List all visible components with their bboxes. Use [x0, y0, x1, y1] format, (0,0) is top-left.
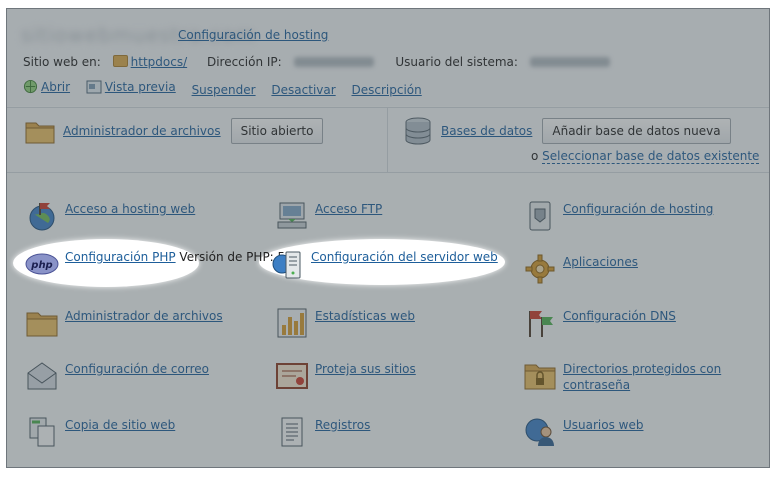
site-header: sitiowebmuestra.com Configuración de hos… — [7, 9, 769, 106]
databases-link[interactable]: Bases de datos — [441, 124, 532, 138]
gear-icon — [523, 252, 557, 286]
tool-protected-directories[interactable]: Directorios protegidos con contraseña — [523, 359, 733, 393]
tool-php-settings[interactable]: php Configuración PHP Versión de PHP: 5.… — [25, 247, 297, 281]
description-action[interactable]: Descripción — [352, 83, 422, 97]
hosting-settings-link[interactable]: Configuración de hosting — [178, 28, 328, 42]
tool-label[interactable]: Configuración de correo — [65, 362, 209, 376]
website-label: Sitio web en: — [23, 54, 101, 69]
disable-action[interactable]: Desactivar — [271, 83, 335, 97]
tool-label[interactable]: Estadísticas web — [315, 309, 415, 323]
php-icon: php — [25, 247, 59, 281]
select-database-link[interactable]: Seleccionar base de datos existente — [542, 149, 760, 164]
hosting-panel: sitiowebmuestra.com Configuración de hos… — [6, 8, 770, 468]
tool-label[interactable]: Copia de sitio web — [65, 418, 175, 432]
tool-protect-sites[interactable]: Proteja sus sitios — [275, 359, 416, 393]
quick-panels: Administrador de archivos Sitio abierto … — [7, 107, 769, 173]
tool-web-hosting-access[interactable]: Acceso a hosting web — [25, 199, 195, 233]
certificate-icon — [275, 359, 309, 393]
system-user-redacted — [529, 56, 610, 67]
tool-ftp-access[interactable]: Acceso FTP — [275, 199, 382, 233]
tool-site-copy[interactable]: Copia de sitio web — [25, 415, 175, 449]
tool-label[interactable]: Registros — [315, 418, 370, 432]
tool-label[interactable]: Aplicaciones — [563, 255, 638, 269]
website-folder-link[interactable]: httpdocs/ — [131, 55, 187, 69]
tool-web-stats[interactable]: Estadísticas web — [275, 306, 415, 340]
tool-label[interactable]: Configuración DNS — [563, 309, 676, 323]
tool-label[interactable]: Usuarios web — [563, 418, 643, 432]
ip-value-redacted — [293, 56, 374, 67]
mail-icon — [25, 359, 59, 393]
folder-icon — [112, 54, 128, 67]
disable-link[interactable]: Desactivar — [271, 83, 335, 97]
tool-mail-settings[interactable]: Configuración de correo — [25, 359, 209, 393]
globe-flag-icon — [25, 199, 59, 233]
logs-icon — [275, 415, 309, 449]
locked-folder-icon — [523, 359, 557, 393]
system-user-label: Usuario del sistema: — [395, 54, 518, 69]
database-icon — [405, 117, 431, 145]
tool-label[interactable]: Configuración del servidor web — [311, 250, 498, 264]
tool-hosting-settings[interactable]: Configuración de hosting — [523, 199, 713, 233]
or-label: o — [531, 149, 539, 163]
web-server-icon — [271, 247, 305, 281]
tool-label[interactable]: Proteja sus sitios — [315, 362, 416, 376]
dns-flags-icon — [523, 306, 557, 340]
web-users-icon — [523, 415, 557, 449]
tool-web-users[interactable]: Usuarios web — [523, 415, 643, 449]
select-database-row: o Seleccionar base de datos existente — [531, 149, 760, 164]
file-manager-panel: Administrador de archivos Sitio abierto — [25, 118, 324, 144]
open-action[interactable]: Abrir — [23, 79, 70, 94]
open-link[interactable]: Abrir — [41, 80, 70, 94]
tool-label[interactable]: Administrador de archivos — [65, 309, 223, 323]
ip-label: Dirección IP: — [206, 54, 282, 69]
site-info-row: Sitio web en: httpdocs/ Dirección IP: Us… — [23, 54, 618, 69]
suspend-link[interactable]: Suspender — [192, 83, 256, 97]
databases-panel: Bases de datos Añadir base de datos nuev… — [403, 116, 731, 146]
stats-icon — [275, 306, 309, 340]
tool-label[interactable]: Acceso a hosting web — [65, 202, 195, 216]
site-actions: Abrir Vista previa Suspender Desactivar … — [23, 79, 434, 97]
preview-icon — [86, 80, 102, 94]
folder-icon — [25, 306, 59, 340]
panel-divider — [387, 108, 388, 172]
description-link[interactable]: Descripción — [352, 83, 422, 97]
tool-applications[interactable]: Aplicaciones — [523, 252, 638, 286]
tool-logs[interactable]: Registros — [275, 415, 370, 449]
tool-web-server-settings[interactable]: Configuración del servidor web — [271, 247, 498, 281]
hosting-settings-icon — [523, 199, 557, 233]
tool-label[interactable]: Acceso FTP — [315, 202, 382, 216]
globe-icon — [23, 79, 38, 94]
open-site-button[interactable]: Sitio abierto — [230, 118, 324, 144]
suspend-action[interactable]: Suspender — [192, 83, 256, 97]
tool-file-manager[interactable]: Administrador de archivos — [25, 306, 223, 340]
preview-link[interactable]: Vista previa — [105, 80, 176, 94]
folder-icon — [25, 122, 55, 144]
file-manager-link[interactable]: Administrador de archivos — [63, 124, 221, 138]
svg-text:php: php — [30, 260, 52, 271]
add-database-button[interactable]: Añadir base de datos nueva — [542, 118, 731, 144]
tool-label[interactable]: Configuración PHP — [65, 250, 176, 264]
tool-label[interactable]: Directorios protegidos con contraseña — [563, 362, 721, 392]
ftp-icon — [275, 199, 309, 233]
preview-action[interactable]: Vista previa — [86, 80, 176, 94]
copy-icon — [25, 415, 59, 449]
tool-label[interactable]: Configuración de hosting — [563, 202, 713, 216]
website-folder[interactable]: httpdocs/ — [112, 54, 187, 69]
tool-dns-settings[interactable]: Configuración DNS — [523, 306, 676, 340]
